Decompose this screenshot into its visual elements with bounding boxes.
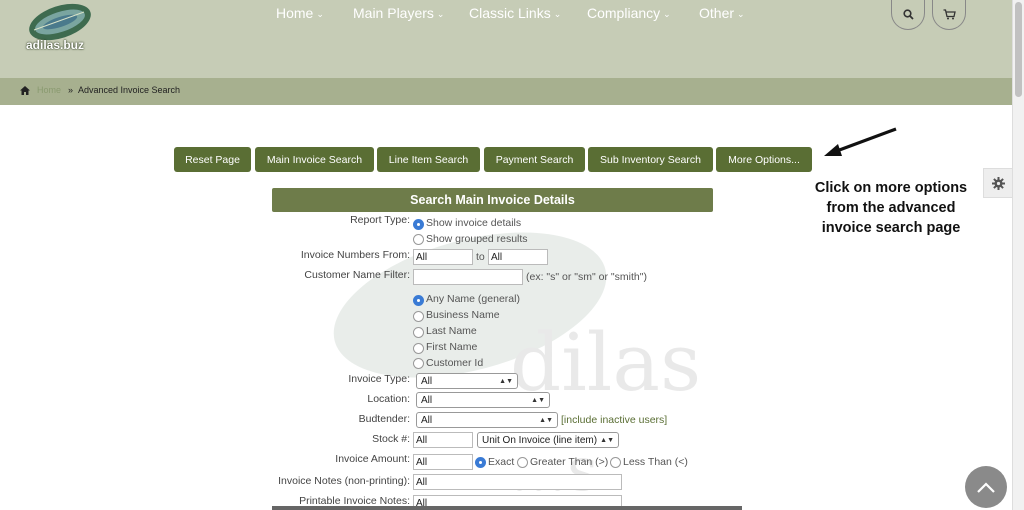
last-name-radio[interactable]	[413, 327, 424, 338]
stock-type-value: Unit On Invoice (line item)	[482, 434, 598, 446]
breadcrumb: Home » Advanced Invoice Search	[0, 78, 1012, 105]
show-grouped-radio[interactable]	[413, 234, 424, 245]
annotation-line-1: Click on more options	[814, 180, 968, 196]
less-than-radio[interactable]	[610, 457, 621, 468]
app-root: adilas.buz Home ⌄ Main Players ⌄ Classic L…	[0, 0, 1024, 510]
invoice-from-input[interactable]	[413, 249, 473, 265]
nav-compliancy[interactable]: Compliancy ⌄	[587, 5, 671, 21]
budtender-label: Budtender:	[358, 413, 410, 425]
nav-other-label: Other	[699, 5, 735, 21]
section-divider	[272, 506, 742, 510]
chevron-down-icon: ⌄	[316, 8, 324, 19]
settings-button[interactable]	[983, 168, 1012, 198]
first-name-radio[interactable]	[413, 343, 424, 354]
invoice-to-input[interactable]	[488, 249, 548, 265]
location-label: Location:	[367, 393, 410, 405]
invoice-type-label: Invoice Type:	[348, 373, 410, 385]
budtender-value: All	[421, 414, 433, 426]
payment-search-tab[interactable]: Payment Search	[484, 147, 585, 172]
show-details-radio[interactable]	[413, 219, 424, 230]
chevron-up-icon	[977, 481, 995, 493]
location-select[interactable]: All ▲▼	[416, 392, 550, 408]
nav-home[interactable]: Home ⌄	[276, 5, 324, 21]
nav-main-players-label: Main Players	[353, 5, 434, 21]
customer-name-input[interactable]	[413, 269, 523, 285]
section-title: Search Main Invoice Details	[272, 188, 713, 212]
arrow-annotation-icon	[824, 127, 897, 156]
annotation-text: Click on more options from the advanced …	[793, 178, 989, 238]
invoice-amount-input[interactable]	[413, 454, 473, 470]
invoice-numbers-label: Invoice Numbers From:	[300, 249, 410, 261]
show-details-label: Show invoice details	[426, 217, 522, 229]
scrollbar-thumb[interactable]	[1015, 2, 1022, 97]
customer-id-radio[interactable]	[413, 358, 424, 369]
customer-name-label: Customer Name Filter:	[304, 269, 410, 281]
breadcrumb-home-link[interactable]: Home	[37, 85, 61, 95]
chevron-down-icon: ⌄	[737, 8, 745, 19]
greater-than-radio[interactable]	[517, 457, 528, 468]
exact-radio[interactable]	[475, 457, 486, 468]
business-name-label: Business Name	[426, 309, 500, 321]
stock-type-select[interactable]: Unit On Invoice (line item) ▲▼	[477, 432, 619, 448]
invoice-amount-label: Invoice Amount:	[335, 453, 410, 465]
chevron-down-icon: ⌄	[553, 8, 562, 19]
select-arrows-icon: ▲▼	[499, 377, 513, 385]
nav-classic-links-label: Classic Links	[469, 5, 551, 21]
sub-inventory-search-tab[interactable]: Sub Inventory Search	[588, 147, 713, 172]
include-inactive-link[interactable]: [include inactive users]	[561, 414, 667, 426]
customer-id-label: Customer Id	[426, 357, 484, 369]
invoice-to-label: to	[476, 251, 485, 263]
nav-compliancy-label: Compliancy	[587, 5, 661, 21]
greater-than-label: Greater Than (>)	[530, 456, 609, 468]
breadcrumb-separator: »	[68, 85, 74, 95]
logo-text: adilas.buz	[26, 38, 85, 52]
budtender-select[interactable]: All ▲▼	[416, 412, 558, 428]
any-name-label: Any Name (general)	[426, 293, 520, 305]
more-options-button[interactable]: More Options...	[716, 147, 812, 172]
business-name-radio[interactable]	[413, 311, 424, 322]
nav-main-players[interactable]: Main Players ⌄	[353, 5, 444, 21]
chevron-down-icon: ⌄	[436, 8, 445, 19]
line-item-search-tab[interactable]: Line Item Search	[377, 147, 480, 172]
cart-icon	[943, 9, 956, 20]
annotation-line-2: from the advanced	[826, 200, 956, 216]
select-arrows-icon: ▲▼	[531, 396, 545, 404]
annotation-line-3: invoice search page	[821, 220, 961, 236]
nav-other[interactable]: Other ⌄	[699, 5, 745, 21]
cart-button[interactable]	[932, 0, 966, 30]
invoice-type-value: All	[421, 375, 433, 387]
home-icon[interactable]	[20, 86, 30, 95]
show-grouped-label: Show grouped results	[426, 233, 528, 245]
customer-name-hint: (ex: "s" or "sm" or "smith")	[526, 271, 647, 283]
gear-icon	[991, 176, 1005, 190]
less-than-label: Less Than (<)	[623, 456, 688, 468]
main-invoice-search-tab[interactable]: Main Invoice Search	[255, 147, 374, 172]
select-arrows-icon: ▲▼	[539, 416, 553, 424]
search-button[interactable]	[891, 0, 925, 30]
breadcrumb-current: Advanced Invoice Search	[78, 85, 181, 95]
site-header: adilas.buz Home ⌄ Main Players ⌄ Classic L…	[0, 0, 1012, 78]
scroll-to-top-button[interactable]	[965, 466, 1007, 508]
first-name-label: First Name	[426, 341, 478, 353]
stock-input[interactable]	[413, 432, 473, 448]
location-value: All	[421, 394, 433, 406]
last-name-label: Last Name	[426, 325, 477, 337]
select-arrows-icon: ▲▼	[600, 436, 614, 444]
search-icon	[902, 9, 914, 20]
reset-page-button[interactable]: Reset Page	[174, 147, 251, 172]
nav-classic-links[interactable]: Classic Links ⌄	[469, 5, 561, 21]
report-type-label: Report Type:	[350, 214, 410, 226]
invoice-type-select[interactable]: All ▲▼	[416, 373, 518, 389]
nav-home-label: Home	[276, 5, 314, 21]
chevron-down-icon: ⌄	[663, 8, 671, 19]
any-name-radio[interactable]	[413, 295, 424, 306]
exact-label: Exact	[488, 456, 515, 468]
stock-label: Stock #:	[372, 433, 410, 445]
notes-non-printing-input[interactable]	[413, 474, 622, 490]
notes-non-printing-label: Invoice Notes (non-printing):	[278, 475, 410, 487]
page-scrollbar[interactable]	[1012, 0, 1024, 510]
